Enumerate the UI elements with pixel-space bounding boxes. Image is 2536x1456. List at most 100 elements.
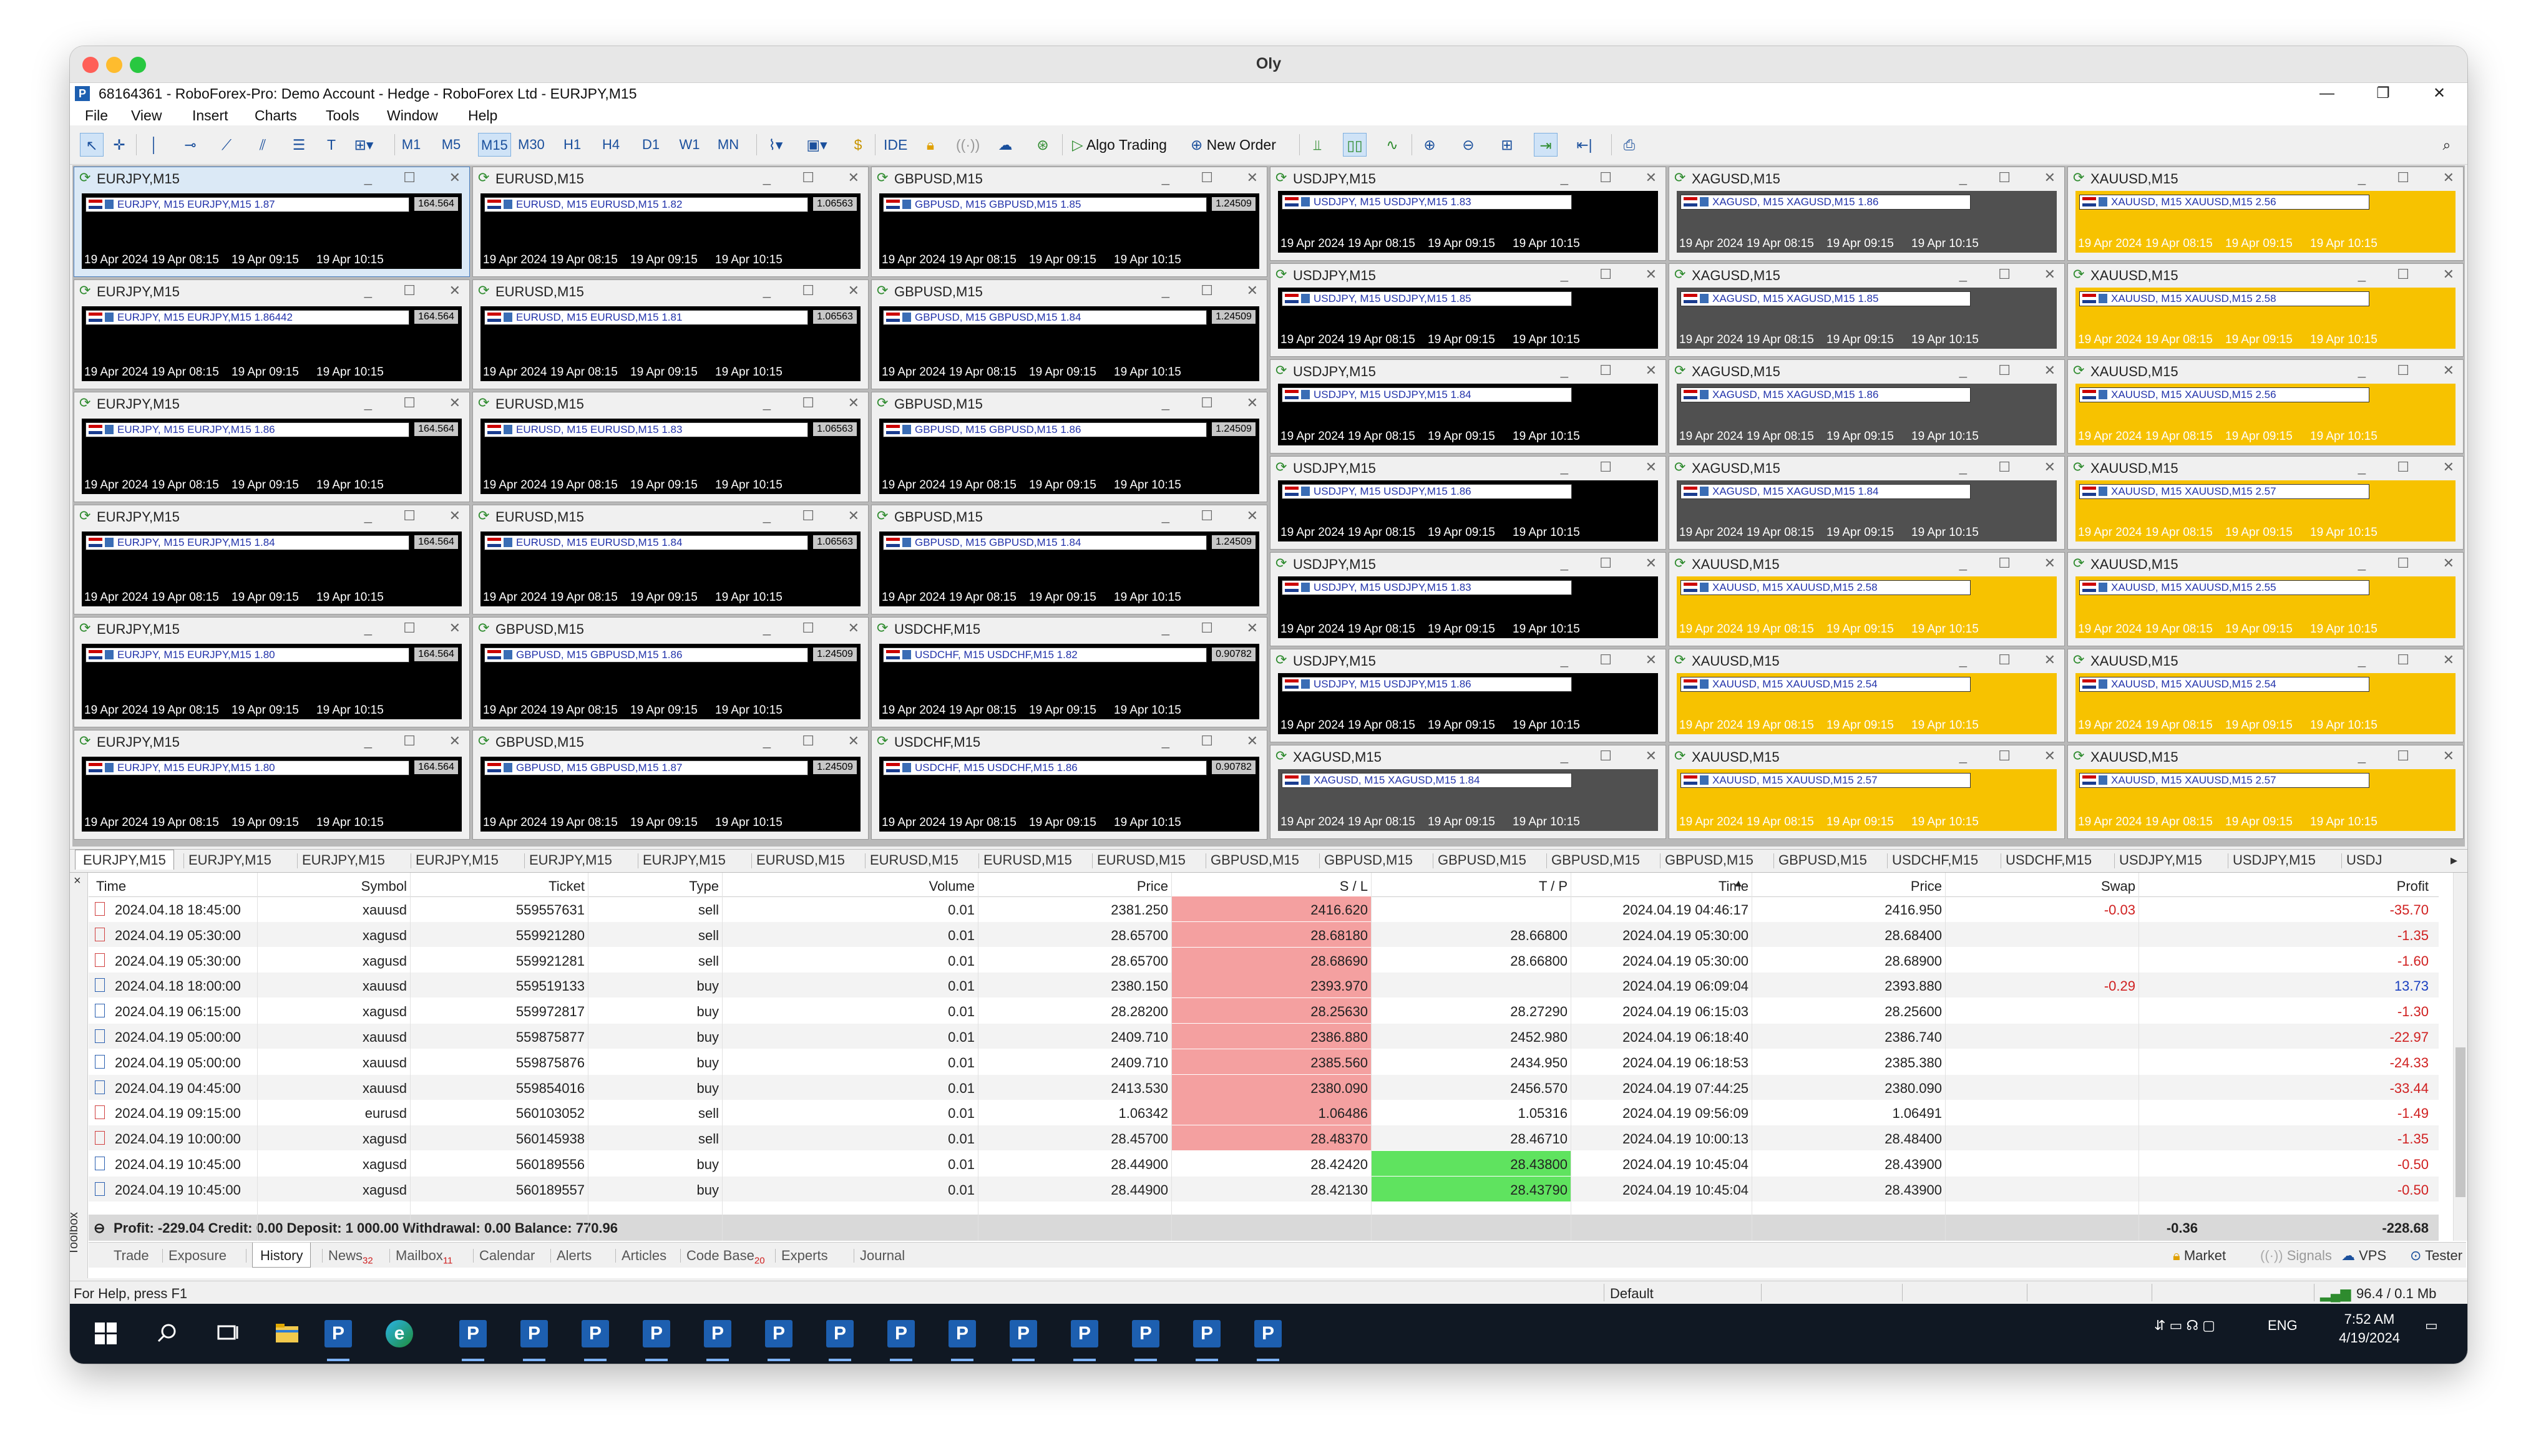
minimize-icon[interactable]: _	[2358, 266, 2366, 283]
toolbox-right-signals[interactable]: ((·)) Signals	[2260, 1248, 2332, 1264]
chart-window[interactable]: ⟳ EURUSD,M15 _ ☐ ✕ EURUSD, M15 EURUSD,M15 1.8…	[472, 167, 869, 277]
maximize-icon[interactable]: ☐	[2397, 748, 2409, 764]
maximize-icon[interactable]: ☐	[1201, 620, 1213, 636]
chart-canvas[interactable]: XAGUSD, M15 XAGUSD,M15 1.84 19 Apr 2024 19…	[1278, 769, 1658, 831]
chart-window[interactable]: ⟳ USDCHF,M15 _ ☐ ✕ USDCHF, M15 USDCHF,M15 1.8…	[871, 617, 1267, 727]
algo-trading-button[interactable]: ▷ Algo Trading	[1068, 133, 1171, 157]
chart-canvas[interactable]: USDJPY, M15 USDJPY,M15 1.84 19 Apr 2024 19…	[1278, 384, 1658, 445]
maximize-icon[interactable]: ☐	[1599, 555, 1612, 571]
column-header[interactable]: Symbol	[263, 878, 407, 895]
maximize-icon[interactable]: ☐	[802, 620, 814, 636]
close-icon[interactable]: ✕	[449, 170, 461, 186]
maximize-icon[interactable]: ☐	[403, 170, 416, 186]
maximize-icon[interactable]: ☐	[403, 283, 416, 299]
maximize-icon[interactable]: ☐	[1201, 170, 1213, 186]
minimize-icon[interactable]: _	[364, 283, 372, 299]
minimize-icon[interactable]: _	[1162, 170, 1169, 186]
chart-window[interactable]: ⟳ USDJPY,M15 _ ☐ ✕ USDJPY, M15 USDJPY,M15 1.8…	[1270, 167, 1666, 261]
toolbox-tab-journal[interactable]: Journal	[860, 1248, 905, 1264]
chart-canvas[interactable]: XAUUSD, M15 XAUUSD,M15 2.54 19 Apr 2024 19…	[2075, 672, 2456, 734]
chart-tab[interactable]: EURUSD,M15	[983, 852, 1072, 868]
chart-type-icon[interactable]: ⌇▾	[764, 133, 788, 157]
chart-window[interactable]: ⟳ EURJPY,M15 _ ☐ ✕ EURJPY, M15 EURJPY,M15 1.8…	[74, 729, 470, 840]
language-indicator[interactable]: ENG	[2268, 1318, 2298, 1334]
maximize-icon[interactable]: ☐	[1599, 362, 1612, 379]
chart-tab[interactable]: EURUSD,M15	[1097, 852, 1186, 868]
file-explorer-icon[interactable]	[270, 1316, 305, 1351]
maximize-icon[interactable]: ☐	[1998, 748, 2011, 764]
maximize-icon[interactable]: ☐	[2397, 170, 2409, 186]
chart-canvas[interactable]: GBPUSD, M15 GBPUSD,M15 1.87 1.24509 19 Apr…	[480, 756, 861, 832]
minimize-icon[interactable]: _	[1959, 555, 1967, 571]
chart-canvas[interactable]: EURJPY, M15 EURJPY,M15 1.84 164.564 19 Apr…	[82, 531, 462, 606]
chart-canvas[interactable]: XAUUSD, M15 XAUUSD,M15 2.56 19 Apr 2024 19…	[2075, 191, 2456, 253]
chart-canvas[interactable]: EURJPY, M15 EURJPY,M15 1.80 164.564 19 Apr…	[82, 756, 462, 832]
shapes-icon[interactable]: ⊞▾	[352, 133, 376, 157]
fibonacci-icon[interactable]: ☰	[287, 133, 311, 157]
chart-window[interactable]: ⟳ EURUSD,M15 _ ☐ ✕ EURUSD, M15 EURUSD,M15 1.8…	[472, 279, 869, 389]
maximize-icon[interactable]: ☐	[2397, 459, 2409, 475]
mt5-terminal-icon[interactable]: P	[459, 1320, 487, 1347]
chart-canvas[interactable]: EURUSD, M15 EURUSD,M15 1.82 1.06563 19 Apr…	[480, 193, 861, 269]
horizontal-line-icon[interactable]: ⊸	[178, 133, 202, 157]
chart-canvas[interactable]: USDJPY, M15 USDJPY,M15 1.85 19 Apr 2024 19…	[1278, 287, 1658, 349]
close-icon[interactable]: ✕	[2044, 748, 2056, 764]
tabs-scroll-right-icon[interactable]: ▸	[2451, 852, 2457, 868]
chart-tab[interactable]: EURJPY,M15	[643, 852, 726, 868]
toolbox-right-vps[interactable]: ☁ VPS	[2341, 1248, 2386, 1264]
column-header[interactable]: S / L	[1174, 878, 1368, 895]
close-icon[interactable]: ✕	[1646, 266, 1657, 283]
maximize-icon[interactable]: ☐	[1599, 170, 1612, 186]
maximize-icon[interactable]: ☐	[1201, 283, 1213, 299]
tile-windows-icon[interactable]: ⊞	[1495, 133, 1519, 157]
menu-window[interactable]: Window	[387, 107, 438, 124]
minimize-icon[interactable]: _	[364, 170, 372, 186]
tf-h1-button[interactable]: H1	[560, 133, 584, 157]
minimize-icon[interactable]: _	[2358, 748, 2366, 764]
chart-canvas[interactable]: XAUUSD, M15 XAUUSD,M15 2.58 19 Apr 2024 19…	[2075, 287, 2456, 349]
chart-window[interactable]: ⟳ GBPUSD,M15 _ ☐ ✕ GBPUSD, M15 GBPUSD,M15 1.8…	[871, 392, 1267, 502]
minimize-icon[interactable]: _	[763, 170, 771, 186]
tf-d1-button[interactable]: D1	[639, 133, 663, 157]
toolbox-tab-trade[interactable]: Trade	[114, 1248, 149, 1264]
chart-window[interactable]: ⟳ GBPUSD,M15 _ ☐ ✕ GBPUSD, M15 GBPUSD,M15 1.8…	[871, 279, 1267, 389]
text-tool-icon[interactable]: T	[319, 133, 343, 157]
chart-canvas[interactable]: EURUSD, M15 EURUSD,M15 1.81 1.06563 19 Apr…	[480, 306, 861, 381]
table-row[interactable]: 2024.04.18 18:00:00 xauusd 559519133 buy 0.0…	[89, 973, 2439, 998]
chart-tab[interactable]: USDCHF,M15	[1892, 852, 1978, 868]
chart-window[interactable]: ⟳ XAGUSD,M15 _ ☐ ✕ XAGUSD, M15 XAGUSD,M15 1.8…	[1669, 359, 2065, 454]
chart-tab[interactable]: EURJPY,M15	[416, 852, 499, 868]
close-icon[interactable]: ✕	[1646, 459, 1657, 475]
table-row[interactable]: 2024.04.19 05:00:00 xauusd 559875877 buy 0.0…	[89, 1024, 2439, 1049]
mt5-terminal-icon[interactable]: P	[643, 1320, 670, 1347]
close-icon[interactable]: ✕	[1247, 508, 1258, 524]
line-chart-icon[interactable]: ∿	[1380, 133, 1404, 157]
maximize-icon[interactable]: ☐	[1599, 266, 1612, 283]
close-icon[interactable]: ✕	[1247, 283, 1258, 299]
menu-insert[interactable]: Insert	[192, 107, 228, 124]
close-icon[interactable]: ✕	[848, 170, 859, 186]
mt5-terminal-icon[interactable]: P	[765, 1320, 792, 1347]
chart-window[interactable]: ⟳ XAUUSD,M15 _ ☐ ✕ XAUUSD, M15 XAUUSD,M15 2.5…	[2067, 648, 2464, 742]
toolbox-tab-exposure[interactable]: Exposure	[168, 1248, 227, 1264]
chart-window[interactable]: ⟳ EURJPY,M15 _ ☐ ✕ EURJPY, M15 EURJPY,M15 1.8…	[74, 504, 470, 614]
search-icon[interactable]: ⌕	[2435, 133, 2459, 157]
maximize-icon[interactable]: ☐	[2397, 266, 2409, 283]
scrollbar-thumb[interactable]	[2456, 1047, 2465, 1197]
close-icon[interactable]: ✕	[1646, 170, 1657, 186]
minimize-icon[interactable]: _	[1561, 555, 1568, 571]
chart-window[interactable]: ⟳ GBPUSD,M15 _ ☐ ✕ GBPUSD, M15 GBPUSD,M15 1.8…	[871, 504, 1267, 614]
search-icon[interactable]	[150, 1316, 185, 1351]
edge-browser-icon[interactable]: e	[386, 1320, 413, 1347]
maximize-icon[interactable]: ☐	[403, 733, 416, 749]
close-icon[interactable]: ✕	[1646, 362, 1657, 379]
clock[interactable]: 7:52 AM 4/19/2024	[2323, 1310, 2416, 1347]
chart-canvas[interactable]: EURJPY, M15 EURJPY,M15 1.86 164.564 19 Apr…	[82, 419, 462, 494]
chart-tab[interactable]: USDJPY,M15	[2119, 852, 2202, 868]
mt5-terminal-icon[interactable]: P	[826, 1320, 854, 1347]
maximize-icon[interactable]: ☐	[1998, 362, 2011, 379]
chart-window[interactable]: ⟳ EURJPY,M15 _ ☐ ✕ EURJPY, M15 EURJPY,M15 1.8…	[74, 167, 470, 277]
chart-window[interactable]: ⟳ XAUUSD,M15 _ ☐ ✕ XAUUSD, M15 XAUUSD,M15 2.5…	[1669, 552, 2065, 646]
trendline-icon[interactable]: ⟋	[215, 133, 238, 157]
menu-charts[interactable]: Charts	[255, 107, 297, 124]
